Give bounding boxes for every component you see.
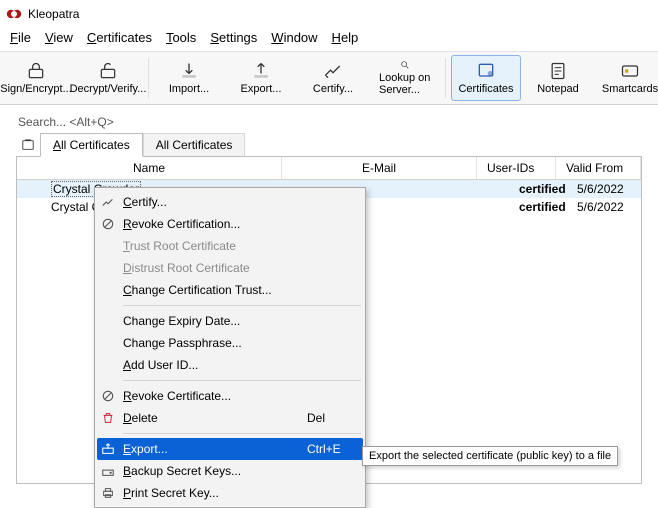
cert-valid-from: 5/6/2022: [577, 182, 641, 196]
tab-all-certificates[interactable]: All Certificates: [40, 133, 143, 157]
app-title: Kleopatra: [28, 7, 79, 21]
ctx-change-passphrase[interactable]: Change Passphrase...: [97, 332, 363, 354]
tool-sign-encrypt[interactable]: Sign/Encrypt...: [1, 55, 71, 101]
col-email[interactable]: E-Mail: [282, 157, 477, 179]
ctx-export-accel: Ctrl+E: [307, 442, 363, 456]
ctx-trust-root: Trust Root Certificate: [97, 235, 363, 257]
ctx-certify[interactable]: Certify...: [97, 191, 363, 213]
cert-status: certified: [519, 182, 577, 196]
toolbar: Sign/Encrypt... Decrypt/Verify... Import…: [0, 51, 658, 105]
revoke-icon: [97, 389, 119, 403]
new-tab-icon[interactable]: [16, 133, 40, 157]
menu-help[interactable]: Help: [332, 30, 359, 45]
tool-certify[interactable]: Certify...: [298, 55, 368, 101]
menu-settings[interactable]: Settings: [210, 30, 257, 45]
menu-bar: File View Certificates Tools Settings Wi…: [0, 28, 658, 51]
menu-certificates[interactable]: Certificates: [87, 30, 152, 45]
ctx-revoke-certification[interactable]: Revoke Certification...: [97, 213, 363, 235]
menu-view[interactable]: View: [45, 30, 73, 45]
tool-notepad[interactable]: Notepad: [523, 55, 593, 101]
cert-name: Crystal C: [51, 200, 100, 214]
backup-icon: [97, 464, 119, 478]
app-icon: [6, 6, 22, 22]
trash-icon: [97, 411, 119, 425]
ctx-add-user-id[interactable]: Add User ID...: [97, 354, 363, 376]
title-bar: Kleopatra: [0, 0, 658, 28]
tool-lookup[interactable]: Lookup on Server...: [370, 55, 440, 101]
tool-certificates[interactable]: Certificates: [451, 55, 521, 101]
signature-icon: [97, 195, 119, 209]
search-input[interactable]: Search... <Alt+Q>: [0, 105, 658, 133]
menu-tools[interactable]: Tools: [166, 30, 196, 45]
ctx-export[interactable]: Export... Ctrl+E: [97, 438, 363, 460]
tab-row: All Certificates All Certificates: [16, 133, 642, 157]
tool-import[interactable]: Import...: [154, 55, 224, 101]
ctx-backup-secret-keys[interactable]: Backup Secret Keys...: [97, 460, 363, 482]
col-valid-from[interactable]: Valid From: [556, 157, 641, 179]
ctx-delete[interactable]: Delete Del: [97, 407, 363, 429]
cert-status: certified: [519, 200, 577, 214]
revoke-icon: [97, 217, 119, 231]
context-menu: Certify... Revoke Certification... Trust…: [94, 187, 366, 508]
export-tooltip: Export the selected certificate (public …: [362, 446, 618, 466]
cert-valid-from: 5/6/2022: [577, 200, 641, 214]
tool-export[interactable]: Export...: [226, 55, 296, 101]
col-name[interactable]: Name: [17, 157, 282, 179]
menu-file[interactable]: File: [10, 30, 31, 45]
ctx-revoke-certificate[interactable]: Revoke Certificate...: [97, 385, 363, 407]
ctx-delete-accel: Del: [307, 411, 363, 425]
ctx-distrust-root: Distrust Root Certificate: [97, 257, 363, 279]
ctx-change-expiry[interactable]: Change Expiry Date...: [97, 310, 363, 332]
ctx-change-trust[interactable]: Change Certification Trust...: [97, 279, 363, 301]
printer-icon: [97, 486, 119, 500]
tool-decrypt-verify[interactable]: Decrypt/Verify...: [73, 55, 143, 101]
menu-window[interactable]: Window: [271, 30, 317, 45]
table-header: Name E-Mail User-IDs Valid From: [17, 157, 641, 180]
tool-smartcards[interactable]: Smartcards: [595, 55, 658, 101]
tab-all-certificates-2[interactable]: All Certificates: [143, 133, 246, 157]
col-user-ids[interactable]: User-IDs: [477, 157, 556, 179]
ctx-print-secret-key[interactable]: Print Secret Key...: [97, 482, 363, 504]
export-icon: [97, 442, 119, 456]
